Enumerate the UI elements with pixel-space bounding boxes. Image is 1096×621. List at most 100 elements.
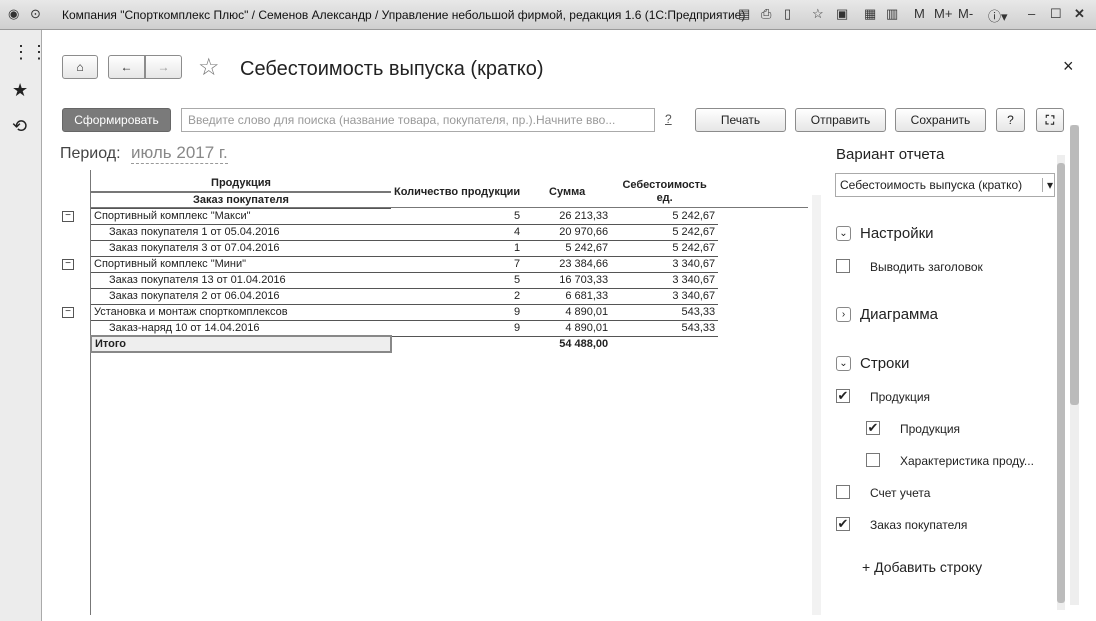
total-sum: 54 488,00 <box>559 338 609 351</box>
maximize-icon[interactable]: ☐ <box>1050 6 1062 22</box>
rows-header[interactable]: Строки <box>860 355 909 372</box>
cell-cost: 3 340,67 <box>611 256 719 273</box>
cell-name: Заказ покупателя 3 от 07.04.2016 <box>91 240 391 257</box>
col-product: Продукция <box>91 176 391 193</box>
memory-button[interactable]: M <box>914 6 925 21</box>
row-checkbox[interactable]: ✔ <box>866 421 880 435</box>
cell-name: Установка и монтаж спорткомплексов <box>91 303 391 321</box>
page-scrollbar[interactable] <box>1070 125 1079 605</box>
cell-qty: 1 <box>391 240 524 257</box>
show-header-checkbox[interactable] <box>836 259 850 273</box>
expand-icon: ⛶ <box>1045 113 1055 127</box>
favorites-star-icon[interactable]: ★ <box>12 80 28 101</box>
variant-value: Себестоимость выпуска (кратко) <box>840 178 1023 192</box>
row-item-label: Характеристика проду... <box>900 454 1034 468</box>
cell-qty: 9 <box>391 320 524 337</box>
table-row[interactable]: Спортивный комплекс "Мини" 7 23 384,66 3 34… <box>91 255 719 273</box>
sidebar: ⋮⋮ ★ ⟲ <box>0 30 48 621</box>
table-row[interactable]: Установка и монтаж спорткомплексов 9 4 890… <box>91 303 719 321</box>
back-button[interactable]: ← <box>108 55 145 79</box>
cell-sum: 23 384,66 <box>523 256 612 273</box>
cell-name: Заказ покупателя 13 от 01.04.2016 <box>91 272 391 289</box>
preview-icon[interactable]: ▯ <box>784 6 791 22</box>
diagram-expand-icon[interactable]: › <box>836 307 851 322</box>
collapse-group-icon[interactable]: − <box>62 259 74 270</box>
cell-qty: 2 <box>391 288 524 305</box>
table-row[interactable]: Заказ покупателя 2 от 06.04.2016 2 6 681,3… <box>91 288 719 305</box>
period-value[interactable]: июль 2017 г. <box>131 143 228 164</box>
report-scrollbar[interactable] <box>812 195 821 615</box>
period-label: Период: <box>60 145 121 162</box>
col-order: Заказ покупателя <box>193 193 289 206</box>
row-item-label: Заказ покупателя <box>870 518 968 532</box>
cell-sum: 6 681,33 <box>523 288 612 305</box>
settings-header[interactable]: Настройки <box>860 225 934 242</box>
cell-sum: 5 242,67 <box>523 240 612 257</box>
cell-cost: 3 340,67 <box>611 288 719 305</box>
calculator-icon[interactable]: ▦ <box>864 6 876 22</box>
variant-select[interactable]: Себестоимость выпуска (кратко) ▾ <box>835 173 1055 197</box>
col-cost: Себестоимость ед. <box>622 179 707 204</box>
table-row[interactable]: Заказ покупателя 3 от 07.04.2016 1 5 242,6… <box>91 240 719 257</box>
row-checkbox[interactable]: ✔ <box>836 389 850 403</box>
arrow-right-icon: → <box>157 60 170 74</box>
memory-minus-button[interactable]: M- <box>958 6 973 21</box>
memory-plus-button[interactable]: M+ <box>934 6 952 21</box>
home-button[interactable]: ⌂ <box>62 55 98 79</box>
cell-qty: 4 <box>391 224 524 241</box>
diagram-header[interactable]: Диаграмма <box>860 306 938 323</box>
table-row[interactable]: Заказ покупателя 1 от 05.04.2016 4 20 970,… <box>91 224 719 241</box>
send-button[interactable]: Отправить <box>795 108 886 132</box>
save-button[interactable]: Сохранить <box>895 108 986 132</box>
collapse-group-icon[interactable]: − <box>62 307 74 318</box>
col-sum: Сумма <box>549 185 586 198</box>
collapse-group-icon[interactable]: − <box>62 211 74 222</box>
history-icon[interactable]: ⟲ <box>12 116 27 137</box>
settings-expand-icon[interactable]: ⌄ <box>836 226 851 241</box>
col-qty: Количество продукции <box>394 185 521 198</box>
fullscreen-button[interactable]: ⛶ <box>1036 108 1064 132</box>
generate-button[interactable]: Сформировать <box>62 108 171 132</box>
cell-sum: 26 213,33 <box>523 208 612 225</box>
cell-cost: 543,33 <box>611 304 719 321</box>
row-checkbox[interactable]: ✔ <box>836 517 850 531</box>
table-row[interactable]: Заказ покупателя 13 от 01.04.2016 5 16 703… <box>91 272 719 289</box>
apps-grid-icon[interactable]: ⋮⋮ <box>12 42 48 63</box>
save-icon[interactable]: ▤ <box>738 6 750 22</box>
row-item-label: Счет учета <box>870 486 931 500</box>
bookmark-icon[interactable]: ▣ <box>836 6 848 22</box>
page-title: Себестоимость выпуска (кратко) <box>240 58 544 80</box>
table-row[interactable]: Спортивный комплекс "Макси" 5 26 213,33 5 2… <box>91 207 719 225</box>
cell-qty: 9 <box>391 304 524 321</box>
forward-button[interactable]: → <box>145 55 182 79</box>
table-row[interactable]: Заказ-наряд 10 от 14.04.2016 9 4 890,01 543… <box>91 320 719 337</box>
row-checkbox[interactable] <box>866 453 880 467</box>
panel-scrollbar[interactable] <box>1057 155 1065 610</box>
search-input[interactable]: Введите слово для поиска (название товар… <box>181 108 655 132</box>
favorite-star-icon[interactable]: ☆ <box>198 53 220 82</box>
title-bar: ◉ ⊙ Компания "Спорткомплекс Плюс" / Семе… <box>0 0 1096 30</box>
report-table: Продукция Количество продукции Сумма Себ… <box>90 176 719 353</box>
rows-expand-icon[interactable]: ⌄ <box>836 356 851 371</box>
info-icon[interactable]: ⓘ▾ <box>988 6 1008 25</box>
row-item-label: Продукция <box>900 422 961 436</box>
back-circle-icon[interactable]: ◉ <box>8 6 19 22</box>
close-window-icon[interactable]: ✕ <box>1074 6 1085 22</box>
favorite-icon[interactable]: ☆ <box>812 6 824 22</box>
help-button[interactable]: ? <box>996 108 1025 132</box>
cell-empty <box>391 336 523 352</box>
close-page-button[interactable]: × <box>1063 56 1074 77</box>
row-checkbox[interactable] <box>836 485 850 499</box>
print-button[interactable]: Печать <box>695 108 786 132</box>
print-icon[interactable]: ⎙ <box>761 6 771 22</box>
cell-qty: 7 <box>391 256 524 273</box>
cell-name: Заказ-наряд 10 от 14.04.2016 <box>91 320 391 337</box>
calendar-icon[interactable]: ▥ <box>886 6 898 22</box>
minimize-icon[interactable]: – <box>1028 6 1035 21</box>
window-title: Компания "Спорткомплекс Плюс" / Семенов … <box>62 8 746 22</box>
search-help-link[interactable]: ? <box>665 112 672 126</box>
menu-circle-icon[interactable]: ⊙ <box>30 6 41 22</box>
add-row-link[interactable]: + Добавить строку <box>862 559 982 575</box>
cell-sum: 4 890,01 <box>523 304 612 321</box>
cell-cost: 543,33 <box>611 320 719 337</box>
